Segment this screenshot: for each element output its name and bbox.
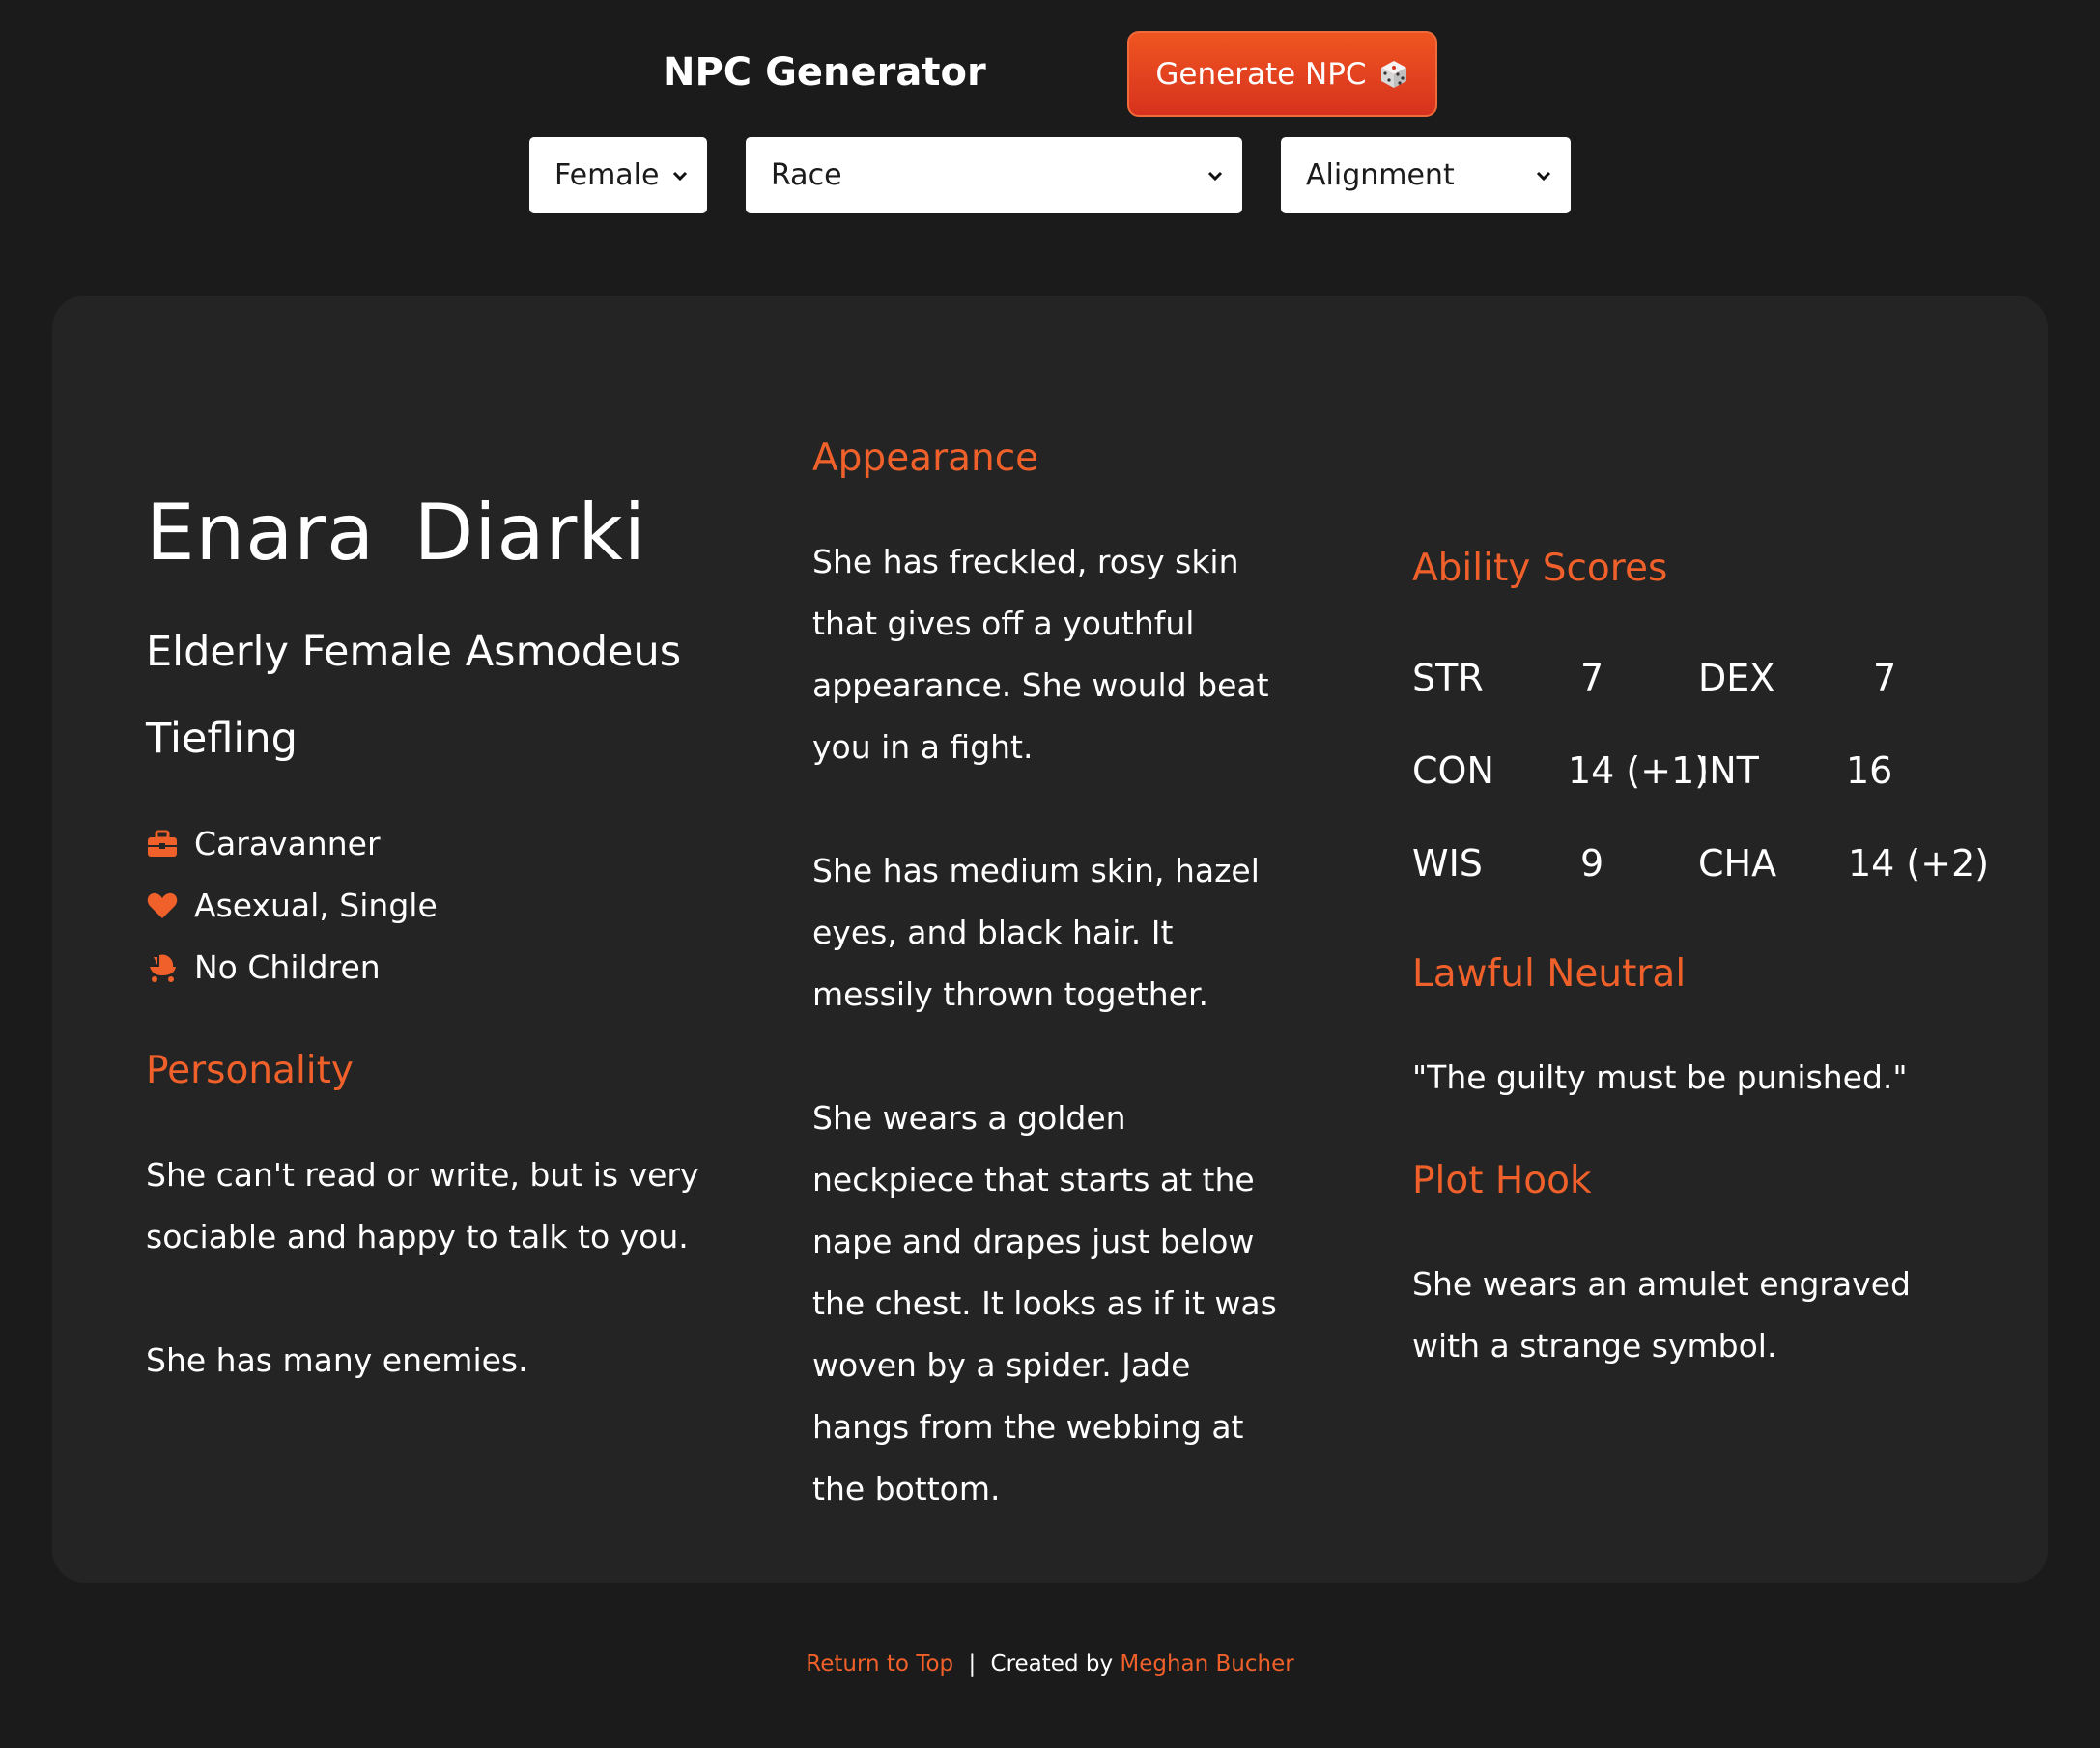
- personality-traits: She can't read or write, but is very soc…: [146, 1156, 699, 1255]
- footer-separator: |: [968, 1651, 977, 1677]
- plot-hook-heading: Plot Hook: [1412, 1159, 1592, 1202]
- gender-select[interactable]: Female: [529, 137, 707, 213]
- race-select[interactable]: Race: [746, 137, 1242, 213]
- cha-label: CHA: [1698, 842, 1777, 885]
- personality-heading: Personality: [146, 1049, 354, 1092]
- occupation-row: Caravanner: [146, 825, 381, 862]
- str-label: STR: [1412, 657, 1484, 699]
- dex-value: 7: [1873, 657, 1897, 699]
- footer: Return to Top | Created by Meghan Bucher: [0, 1651, 2100, 1677]
- children-row: No Children: [146, 948, 381, 986]
- appearance-paragraph-3: She wears a golden neckpiece that starts…: [812, 1099, 1277, 1508]
- appearance-paragraph-1: She has freckled, rosy skin that gives o…: [812, 543, 1269, 766]
- ability-scores-heading: Ability Scores: [1412, 547, 1668, 590]
- children-text: No Children: [194, 948, 381, 986]
- relationship-text: Asexual, Single: [194, 887, 438, 924]
- npc-descriptor: Elderly Female Asmodeus Tiefling: [146, 628, 682, 763]
- alignment-quote: "The guilty must be punished.": [1412, 1058, 1908, 1096]
- heart-icon: [146, 889, 179, 922]
- npc-name: Enara Diarki: [146, 488, 646, 578]
- app-title: NPC Generator: [663, 50, 986, 95]
- chevron-down-icon: [1534, 166, 1553, 185]
- cha-value: 14 (+2): [1848, 842, 1990, 885]
- alignment-heading: Lawful Neutral: [1412, 952, 1687, 996]
- wis-value: 9: [1580, 842, 1604, 885]
- appearance-paragraph-2: She has medium skin, hazel eyes, and bla…: [812, 852, 1260, 1013]
- gender-select-value: Female: [554, 158, 660, 192]
- dex-label: DEX: [1698, 657, 1775, 699]
- relationship-row: Asexual, Single: [146, 887, 438, 924]
- return-to-top-link[interactable]: Return to Top: [806, 1651, 953, 1677]
- chevron-down-icon: [1206, 166, 1225, 185]
- plot-hook-text: She wears an amulet engraved with a stra…: [1412, 1265, 1911, 1365]
- briefcase-icon: [146, 828, 179, 860]
- dice-icon: [1378, 59, 1409, 90]
- occupation-text: Caravanner: [194, 825, 381, 862]
- appearance-heading: Appearance: [812, 437, 1039, 480]
- race-select-value: Race: [771, 158, 842, 192]
- stroller-icon: [146, 951, 179, 984]
- str-value: 7: [1580, 657, 1604, 699]
- wis-label: WIS: [1412, 842, 1483, 885]
- generate-npc-button[interactable]: Generate NPC: [1127, 31, 1437, 117]
- int-value: 16: [1846, 749, 1893, 792]
- generate-npc-label: Generate NPC: [1155, 56, 1367, 92]
- con-label: CON: [1412, 749, 1494, 792]
- con-value: 14 (+1): [1568, 749, 1710, 792]
- footer-created-by: Created by: [990, 1651, 1114, 1677]
- int-label: INT: [1698, 749, 1759, 792]
- author-link[interactable]: Meghan Bucher: [1120, 1651, 1293, 1677]
- personality-extra: She has many enemies.: [146, 1341, 528, 1379]
- chevron-down-icon: [670, 166, 690, 185]
- alignment-select[interactable]: Alignment: [1281, 137, 1571, 213]
- alignment-select-value: Alignment: [1306, 158, 1455, 192]
